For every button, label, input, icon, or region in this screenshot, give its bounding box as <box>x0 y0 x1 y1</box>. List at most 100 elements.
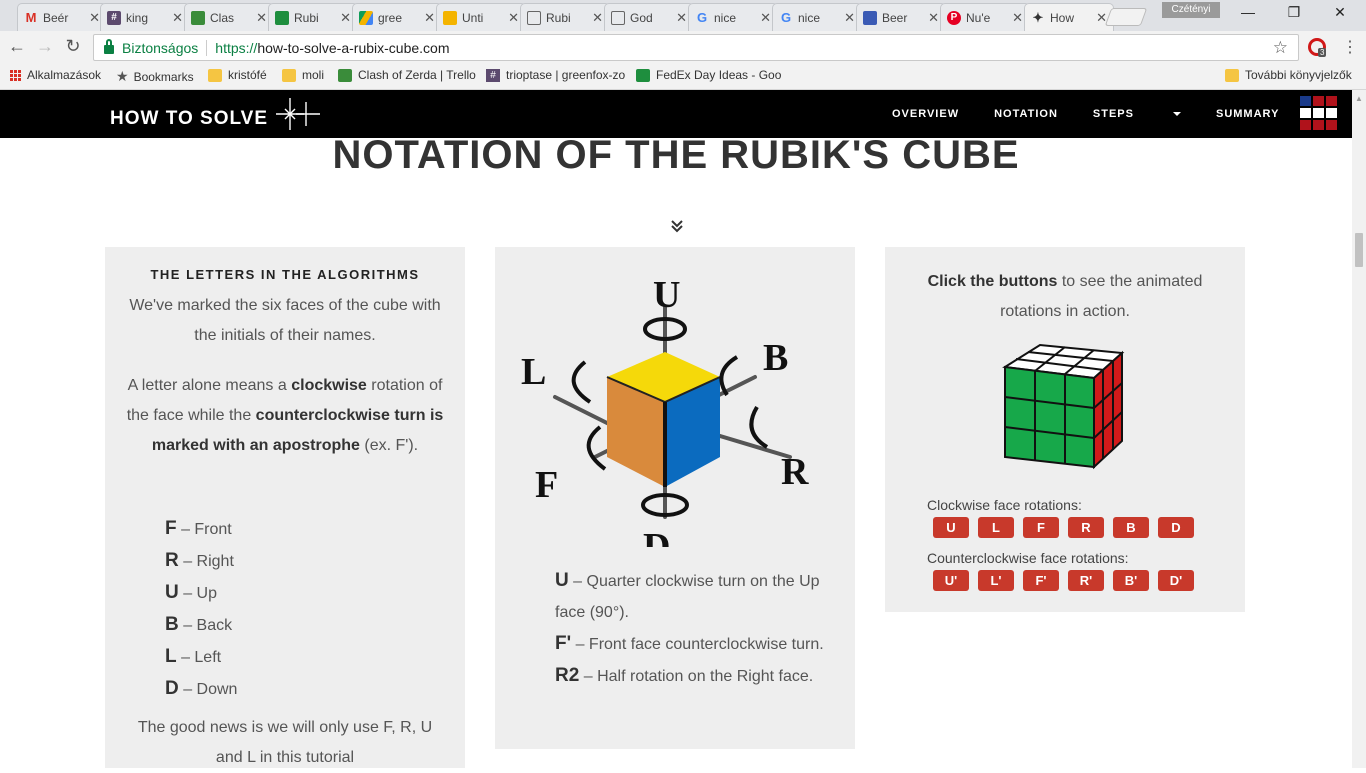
menu-icon[interactable]: ⋮ <box>1342 37 1358 57</box>
tab-title: God <box>630 10 653 25</box>
scroll-up-icon[interactable]: ▲ <box>1355 94 1363 103</box>
browser-tab[interactable]: God ✕ <box>604 3 694 31</box>
definition-item: F' – Front face counterclockwise turn. <box>555 633 824 654</box>
close-icon[interactable]: ✕ <box>424 10 435 26</box>
rotate-b-prime-button[interactable]: B' <box>1113 570 1149 591</box>
browser-tab[interactable]: gree ✕ <box>352 3 442 31</box>
diagram-label-u: U <box>653 274 680 316</box>
tab-title: king <box>126 10 149 25</box>
bookmark-folder[interactable]: kristófé <box>208 68 267 82</box>
rotate-f-button[interactable]: F <box>1023 517 1059 538</box>
nav-summary[interactable]: SUMMARY <box>1216 108 1279 120</box>
new-tab-button[interactable] <box>1104 8 1148 26</box>
browser-tab-active[interactable]: ✦ How ✕ <box>1024 3 1114 32</box>
chevron-down-icon <box>1172 112 1181 117</box>
browser-tab[interactable]: Beer ✕ <box>856 3 946 31</box>
close-icon[interactable]: ✕ <box>340 10 351 26</box>
close-icon[interactable]: ✕ <box>928 10 939 26</box>
site-logo[interactable]: HOW TO SOLVE <box>110 108 268 130</box>
nav-steps-label: STEPS <box>1092 108 1134 120</box>
counterclockwise-label: Counterclockwise face rotations: <box>927 550 1129 566</box>
tab-title: Beér <box>43 10 69 25</box>
profile-button[interactable]: Czétényi <box>1162 2 1220 18</box>
tab-title: Unti <box>462 10 484 25</box>
page-scrollbar[interactable]: ▲ <box>1352 90 1366 768</box>
definition-item: R2 – Half rotation on the Right face. <box>555 665 814 686</box>
rotate-r-prime-button[interactable]: R' <box>1068 570 1104 591</box>
google-icon: G <box>696 9 708 25</box>
folder-icon <box>208 68 222 82</box>
rotate-l-prime-button[interactable]: L' <box>978 570 1014 591</box>
close-icon[interactable]: ✕ <box>172 10 183 26</box>
trello-icon <box>338 68 352 82</box>
browser-tab[interactable]: Rubi ✕ <box>520 3 610 31</box>
rotate-b-button[interactable]: B <box>1113 517 1149 538</box>
folder-icon <box>1225 68 1239 82</box>
rotate-r-button[interactable]: R <box>1068 517 1104 538</box>
browser-tab[interactable]: Unti ✕ <box>436 3 526 31</box>
clockwise-label: Clockwise face rotations: <box>927 497 1082 513</box>
diagram-label-r: R <box>781 451 809 493</box>
forward-icon[interactable]: → <box>34 36 56 57</box>
reload-icon[interactable]: ↻ <box>62 36 84 57</box>
close-icon[interactable]: ✕ <box>844 10 855 26</box>
nav-steps[interactable]: STEPS <box>1093 108 1181 120</box>
bookmark-folder[interactable]: moli <box>282 68 324 82</box>
browser-toolbar: ← → ↻ Biztonságos https:// how-to-solve-… <box>0 31 1366 64</box>
close-icon[interactable]: ✕ <box>592 10 603 26</box>
google-icon: G <box>780 9 792 25</box>
rotate-u-prime-button[interactable]: U' <box>933 570 969 591</box>
cube-logo-icon[interactable] <box>1300 96 1337 130</box>
close-icon[interactable]: ✕ <box>760 10 771 26</box>
card-heading: THE LETTERS IN THE ALGORITHMS <box>150 267 420 282</box>
window-close-icon[interactable]: ✕ <box>1330 4 1350 21</box>
address-bar[interactable]: Biztonságos https:// how-to-solve-a-rubi… <box>93 34 1299 61</box>
site-header: HOW TO SOLVE OVERVIEW NOTATION STEPS SUM… <box>0 90 1352 138</box>
tab-title: Beer <box>882 10 908 25</box>
nav-overview[interactable]: OVERVIEW <box>892 108 959 120</box>
close-icon[interactable]: ✕ <box>508 10 519 26</box>
counterclockwise-buttons: U' L' F' R' B' D' <box>933 570 1203 591</box>
list-item: U – Up <box>165 582 217 603</box>
clockwise-buttons: U L F R B D <box>933 517 1203 538</box>
browser-tab[interactable]: Rubi ✕ <box>268 3 358 31</box>
scrollbar-thumb[interactable] <box>1355 233 1363 267</box>
star-icon: ★ <box>116 68 129 84</box>
tab-title: How <box>1050 11 1075 25</box>
browser-tab[interactable]: G nice ✕ <box>772 3 862 31</box>
rotate-l-button[interactable]: L <box>978 517 1014 538</box>
bookmark-bookmarks[interactable]: ★ Bookmarks <box>116 68 194 85</box>
rotate-d-prime-button[interactable]: D' <box>1158 570 1194 591</box>
browser-tab[interactable]: Clas ✕ <box>184 3 274 31</box>
tab-title: Rubi <box>546 10 571 25</box>
restore-icon[interactable]: ❐ <box>1284 4 1304 21</box>
rotate-f-prime-button[interactable]: F' <box>1023 570 1059 591</box>
trello-icon <box>191 10 205 25</box>
bookmark-apps[interactable]: Alkalmazások <box>10 68 101 82</box>
close-icon[interactable]: ✕ <box>676 10 687 26</box>
sheets-icon <box>275 10 289 25</box>
list-item: L – Left <box>165 646 222 667</box>
bookmark-other[interactable]: További könyvjelzők <box>1225 68 1352 82</box>
tab-title: nice <box>798 10 821 25</box>
browser-tab[interactable]: G nice ✕ <box>688 3 778 31</box>
close-icon[interactable]: ✕ <box>89 10 100 26</box>
bookmark-sheets[interactable]: FedEx Day Ideas - Goo <box>636 68 781 82</box>
browser-tab[interactable]: # king ✕ <box>100 3 190 31</box>
back-icon[interactable]: ← <box>6 36 28 57</box>
bookmark-star-icon[interactable]: ☆ <box>1273 38 1288 58</box>
rotate-d-button[interactable]: D <box>1158 517 1194 538</box>
diagram-label-d: D <box>643 526 670 547</box>
rotate-u-button[interactable]: U <box>933 517 969 538</box>
nav-notation[interactable]: NOTATION <box>994 108 1058 120</box>
minimize-icon[interactable]: — <box>1238 4 1258 20</box>
close-icon[interactable]: ✕ <box>256 10 267 26</box>
diagram-label-l: L <box>521 351 546 393</box>
bookmark-slack[interactable]: # trioptase | greenfox-zo <box>486 68 625 82</box>
url-scheme: https:// <box>215 39 258 56</box>
double-chevron-down-icon[interactable] <box>670 218 684 234</box>
close-icon[interactable]: ✕ <box>1012 10 1023 26</box>
browser-tab[interactable]: P Nu'e ✕ <box>940 3 1030 31</box>
browser-tab[interactable]: M Beér ✕ <box>17 3 107 31</box>
bookmark-trello[interactable]: Clash of Zerda | Trello <box>338 68 476 82</box>
